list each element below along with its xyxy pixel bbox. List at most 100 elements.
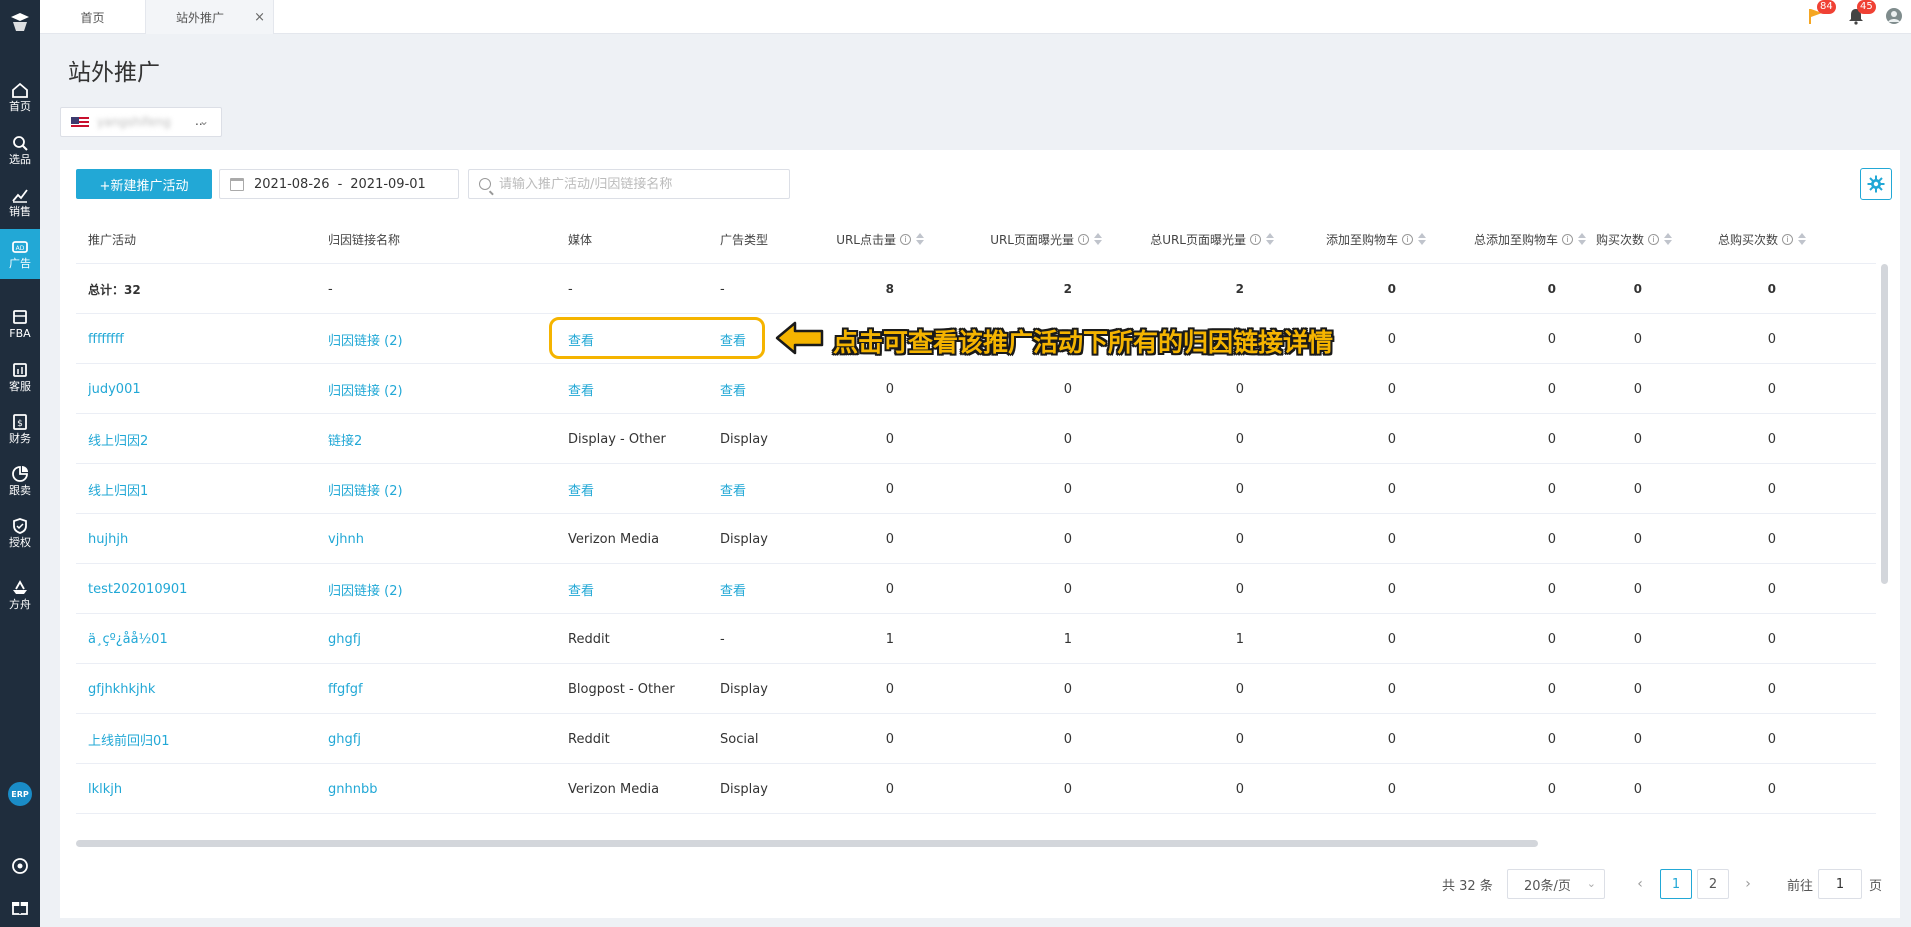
app-logo[interactable] <box>0 6 40 40</box>
info-icon[interactable]: i <box>1648 233 1659 245</box>
cell-link[interactable]: 链接2 <box>328 414 528 464</box>
cell-link[interactable]: lklkjh <box>88 764 288 814</box>
info-icon[interactable]: i <box>1782 233 1793 245</box>
view-link[interactable]: 查看 <box>568 814 698 824</box>
info-icon[interactable]: i <box>1402 233 1413 245</box>
pie-chart-icon <box>11 465 29 483</box>
sidebar-item-9[interactable]: 方舟 <box>0 570 40 620</box>
info-icon[interactable]: i <box>1562 233 1573 245</box>
gift-icon[interactable] <box>0 893 40 921</box>
table-cell: 0 <box>1633 631 1642 647</box>
table-cell: 0 <box>885 681 894 697</box>
info-icon[interactable]: i <box>900 233 911 245</box>
view-link[interactable]: 查看 <box>568 464 698 514</box>
sidebar-item-label: 客服 <box>9 380 31 393</box>
column-header[interactable]: 购买次数 i <box>1576 214 1672 264</box>
table-cell: 0 <box>1547 531 1556 547</box>
next-page-button[interactable]: › <box>1738 869 1758 899</box>
view-link[interactable]: 查看 <box>568 364 698 414</box>
page-size-select[interactable]: 20条/页 ⌄ <box>1507 869 1605 899</box>
cell-link[interactable]: ffgfgf <box>328 664 528 714</box>
column-header[interactable]: 添加至购物车 i <box>1276 214 1426 264</box>
cell-link[interactable]: judy001 <box>88 364 288 414</box>
cell-link[interactable]: 线上归因2 <box>88 414 288 464</box>
sidebar-item-7[interactable]: 跟卖 <box>0 456 40 506</box>
cell-link[interactable]: 归因链接 (2) <box>328 314 528 364</box>
page-2-button[interactable]: 2 <box>1697 869 1729 899</box>
table-cell: 0 <box>1063 381 1072 397</box>
horizontal-scrollbar[interactable] <box>76 840 1538 847</box>
table-cell: 1 <box>885 631 894 647</box>
cell-link[interactable]: hujhjh <box>88 514 288 564</box>
svg-text:AD: AD <box>16 245 25 252</box>
cell-link[interactable]: 上线前回归01 <box>88 714 288 764</box>
sort-icon[interactable] <box>1266 233 1274 245</box>
new-campaign-button[interactable]: +新建推广活动 <box>76 169 212 199</box>
cell-link[interactable]: ffffffff <box>88 314 288 364</box>
cell-link[interactable]: tfhghg <box>88 814 288 824</box>
close-icon[interactable]: × <box>254 10 265 25</box>
date-separator: - <box>337 176 343 192</box>
tab-offsite-promotion[interactable]: 站外推广 × <box>146 0 274 34</box>
page-1-button[interactable]: 1 <box>1660 869 1692 899</box>
column-header[interactable]: 总URL页面曝光量 i <box>1086 214 1274 264</box>
column-header[interactable]: URL页面曝光量 i <box>926 214 1102 264</box>
table-cell: 0 <box>1767 381 1776 397</box>
view-link[interactable]: 查看 <box>568 564 698 614</box>
column-header[interactable]: URL点击量 i <box>796 214 924 264</box>
column-header[interactable]: 总购买次数 i <box>1676 214 1806 264</box>
table-cell: 0 <box>885 581 894 597</box>
table-cell: 0 <box>1547 681 1556 697</box>
cell-link[interactable]: test202010901 <box>88 564 288 614</box>
cell-link[interactable]: gfjhkhkjhk <box>88 664 288 714</box>
column-header-label: 总添加至购物车 <box>1473 232 1558 247</box>
cell-link[interactable]: vjhnh <box>328 514 528 564</box>
prev-page-button[interactable]: ‹ <box>1630 869 1650 899</box>
sort-icon[interactable] <box>1664 233 1672 245</box>
table-cell: 0 <box>1063 431 1072 447</box>
sidebar-item-8[interactable]: 授权 <box>0 508 40 558</box>
erp-badge[interactable]: ERP <box>8 782 32 806</box>
cell-link[interactable]: ghgfj <box>328 714 528 764</box>
table-cell: 0 <box>1063 531 1072 547</box>
table-cell: 0 <box>1767 331 1776 347</box>
sort-icon[interactable] <box>1418 233 1426 245</box>
date-range-picker[interactable]: 2021-08-26 - 2021-09-01 <box>219 169 459 199</box>
sidebar-item-0[interactable]: 首页 <box>0 72 40 122</box>
cell-link[interactable]: ä¸ç­º¿å­å½01 <box>88 614 288 664</box>
user-avatar-icon[interactable] <box>1885 7 1903 25</box>
vertical-scrollbar[interactable] <box>1881 264 1888 584</box>
table-cell: 8 <box>885 282 894 296</box>
sidebar-item-2[interactable]: 销售 <box>0 177 40 227</box>
tab-home[interactable]: 首页 <box>40 0 146 34</box>
support-icon[interactable] <box>0 852 40 880</box>
column-header[interactable]: 总添加至购物车 i <box>1436 214 1586 264</box>
sidebar-item-5[interactable]: 客服 <box>0 352 40 402</box>
goto-page-input[interactable]: 1 <box>1818 869 1862 899</box>
callout-text: 点击可查看该推广活动下所有的归因链接详情 <box>833 328 1334 357</box>
sort-icon[interactable] <box>916 233 924 245</box>
cell-link[interactable]: ghgfj <box>328 614 528 664</box>
cell-link[interactable]: 归因链接 (2) <box>328 564 528 614</box>
cell-link[interactable]: gnhnbb <box>328 764 528 814</box>
search-input[interactable] <box>499 176 769 192</box>
column-header-label: 总URL页面曝光量 <box>1150 232 1246 247</box>
info-icon[interactable]: i <box>1250 233 1261 245</box>
table-cell: 0 <box>1547 781 1556 797</box>
table-cell: Blogpost - Other <box>568 681 675 697</box>
settings-button[interactable] <box>1860 168 1892 200</box>
store-selector[interactable]: yangshifeng .. ⌄ <box>60 107 222 137</box>
sidebar-item-4[interactable]: FBA <box>0 299 40 349</box>
sidebar-item-1[interactable]: 选品 <box>0 125 40 175</box>
sidebar-item-6[interactable]: $ 财务 <box>0 404 40 454</box>
cell-link[interactable]: 归因链接 (2) <box>328 364 528 414</box>
cell-link[interactable]: 归因链接 (2) <box>328 464 528 514</box>
sort-icon[interactable] <box>1798 233 1806 245</box>
cell-link[interactable]: 线上归因1 <box>88 464 288 514</box>
date-end: 2021-09-01 <box>350 176 426 192</box>
tab-bar: 首页 站外推广 × 84 45 <box>40 0 1911 34</box>
callout-arrow-icon <box>775 321 824 355</box>
sidebar-item-3[interactable]: AD 广告 <box>0 229 40 279</box>
cell-link[interactable]: 归因链接 (3) <box>328 814 528 824</box>
table-cell: 0 <box>885 431 894 447</box>
